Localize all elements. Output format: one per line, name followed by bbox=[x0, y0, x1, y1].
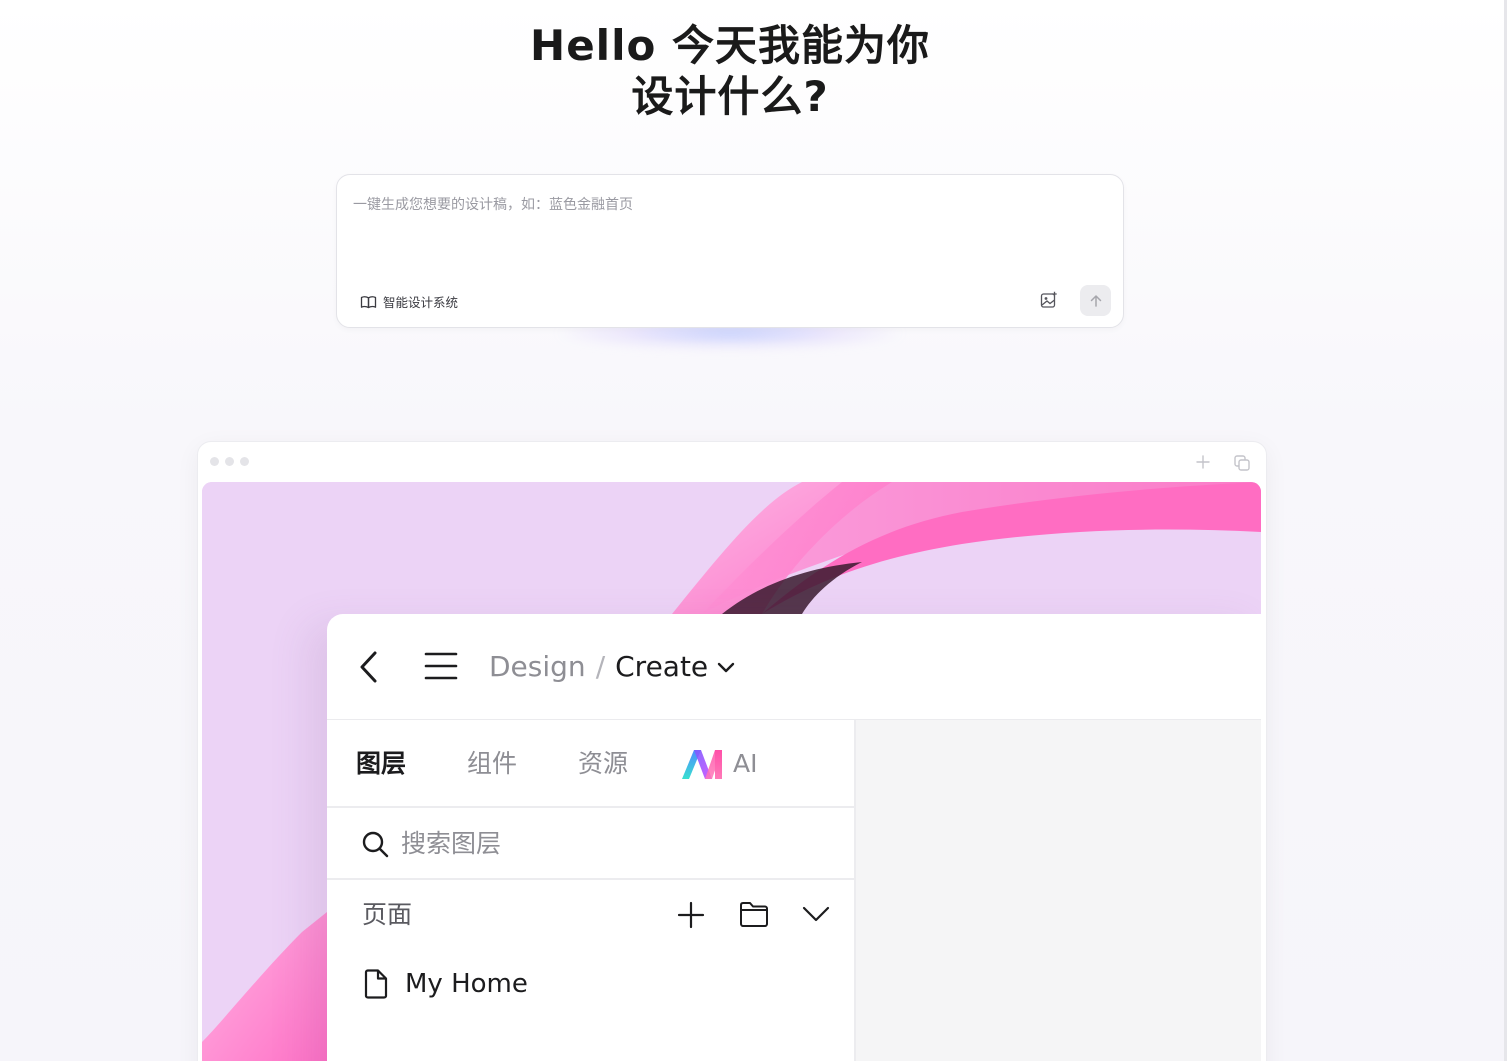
tab-ai-label: AI bbox=[733, 749, 758, 778]
browser-mockup: Design / Create 图层 组件 资源 AI 搜索图层 页面 My H… bbox=[197, 441, 1267, 1061]
hamburger-menu-icon[interactable] bbox=[424, 651, 458, 681]
tab-layers[interactable]: 图层 bbox=[356, 746, 406, 782]
prompt-input-placeholder[interactable]: 一键生成您想要的设计稿，如：蓝色金融首页 bbox=[353, 194, 633, 214]
hero-title-line-1: Hello 今天我能为你 bbox=[530, 21, 930, 70]
browser-viewport: Design / Create 图层 组件 资源 AI 搜索图层 页面 My H… bbox=[202, 482, 1261, 1061]
page-list-item[interactable]: My Home bbox=[363, 964, 528, 1004]
chevron-down-icon[interactable] bbox=[802, 904, 830, 924]
tab-components[interactable]: 组件 bbox=[467, 746, 517, 782]
breadcrumb-current[interactable]: Create bbox=[615, 648, 708, 686]
breadcrumb-separator: / bbox=[595, 650, 606, 683]
tab-assets[interactable]: 资源 bbox=[578, 746, 628, 782]
ai-logo-icon bbox=[682, 750, 722, 779]
hero-title-line-2: 设计什么? bbox=[631, 72, 829, 121]
tab-ai[interactable]: AI bbox=[681, 748, 757, 780]
breadcrumb: Design / Create bbox=[489, 648, 736, 686]
book-open-icon bbox=[360, 295, 377, 308]
breadcrumb-parent[interactable]: Design bbox=[489, 648, 586, 686]
back-arrow-icon[interactable] bbox=[357, 650, 381, 684]
window-dot bbox=[210, 457, 219, 466]
layer-search-input[interactable] bbox=[401, 824, 801, 862]
folder-icon[interactable] bbox=[739, 900, 769, 928]
app-window: Design / Create 图层 组件 资源 AI 搜索图层 页面 My H… bbox=[327, 614, 1261, 1061]
image-upload-button[interactable] bbox=[1037, 288, 1061, 312]
panel-tabs: 图层 组件 资源 AI bbox=[327, 720, 854, 808]
window-dot bbox=[240, 457, 249, 466]
arrow-up-icon bbox=[1090, 294, 1101, 307]
layers-panel: 图层 组件 资源 AI 搜索图层 页面 My Home bbox=[327, 720, 856, 1061]
canvas-area[interactable] bbox=[856, 720, 1261, 1061]
chevron-down-icon[interactable] bbox=[716, 660, 736, 674]
pages-section-label: 页面 bbox=[362, 900, 413, 929]
window-dot bbox=[225, 457, 234, 466]
design-system-label: 智能设计系统 bbox=[383, 295, 459, 310]
app-header: Design / Create bbox=[327, 614, 1261, 720]
file-icon bbox=[364, 969, 388, 999]
layer-search-row bbox=[327, 808, 854, 880]
window-controls bbox=[210, 457, 249, 466]
page-root: Hello 今天我能为你 设计什么? 一键生成您想要的设计稿，如：蓝色金融首页 … bbox=[0, 0, 1507, 1061]
plus-icon[interactable] bbox=[1195, 454, 1211, 470]
search-icon bbox=[362, 831, 389, 858]
plus-icon[interactable] bbox=[677, 901, 705, 929]
copy-icon[interactable] bbox=[1233, 454, 1251, 472]
page-item-label: My Home bbox=[405, 969, 528, 999]
pages-header: 页面 bbox=[327, 880, 854, 952]
hero-title: Hello 今天我能为你 设计什么? bbox=[0, 20, 1460, 122]
image-plus-icon bbox=[1040, 291, 1057, 308]
prompt-box[interactable]: 一键生成您想要的设计稿，如：蓝色金融首页 智能设计系统 bbox=[336, 174, 1124, 328]
design-system-button[interactable]: 智能设计系统 bbox=[360, 292, 458, 311]
send-button[interactable] bbox=[1080, 285, 1111, 316]
